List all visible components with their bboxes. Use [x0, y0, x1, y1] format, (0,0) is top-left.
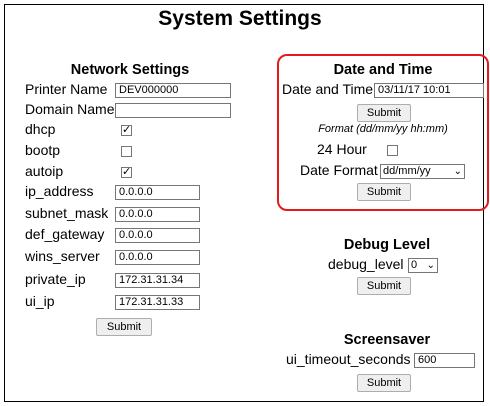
date-format-value: dd/mm/yy: [383, 165, 431, 177]
date-format-select[interactable]: dd/mm/yy ⌄: [380, 164, 465, 179]
date-time-input[interactable]: 03/11/17 10:01: [374, 83, 484, 98]
ui-timeout-input[interactable]: 600: [414, 353, 475, 368]
date-format-label: Date Format: [300, 162, 378, 178]
domain-name-label: Domain Name: [25, 101, 115, 117]
autoip-checkbox[interactable]: ✓: [121, 167, 132, 178]
check-icon: ✓: [122, 166, 132, 178]
private-ip-input[interactable]: 172.31.31.34: [115, 273, 200, 288]
printer-name-input[interactable]: DEV000000: [115, 83, 231, 98]
wins-server-input[interactable]: 0.0.0.0: [115, 250, 200, 265]
check-icon: ✓: [122, 124, 132, 136]
ip-address-input[interactable]: 0.0.0.0: [115, 185, 200, 200]
debug-level-label: debug_level: [328, 256, 404, 272]
screensaver-submit-button[interactable]: Submit: [357, 374, 411, 392]
ui-timeout-label: ui_timeout_seconds: [286, 351, 411, 367]
debug-level-value: 0: [411, 259, 418, 271]
subnet-mask-label: subnet_mask: [25, 205, 109, 221]
dhcp-checkbox[interactable]: ✓: [121, 125, 132, 136]
network-submit-button[interactable]: Submit: [96, 318, 152, 336]
date-format-hint: Format (dd/mm/yy hh:mm): [318, 123, 448, 135]
autoip-label: autoip: [25, 163, 64, 179]
ui-ip-label: ui_ip: [25, 293, 55, 309]
debug-submit-button[interactable]: Submit: [357, 277, 411, 295]
def-gateway-label: def_gateway: [25, 226, 105, 242]
debug-level-title: Debug Level: [343, 237, 431, 253]
dhcp-label: dhcp: [25, 121, 56, 137]
bootp-label: bootp: [25, 142, 61, 158]
date-time-title: Date and Time: [333, 62, 433, 78]
printer-name-label: Printer Name: [25, 81, 108, 97]
network-settings-title: Network Settings: [70, 62, 190, 78]
ui-ip-input[interactable]: 172.31.31.33: [115, 295, 200, 310]
date-format-submit-button[interactable]: Submit: [357, 183, 411, 201]
screensaver-title: Screensaver: [343, 332, 431, 348]
debug-level-select[interactable]: 0 ⌄: [408, 258, 438, 273]
24-hour-checkbox[interactable]: [387, 145, 398, 156]
wins-server-label: wins_server: [25, 248, 100, 264]
private-ip-label: private_ip: [25, 271, 86, 287]
date-time-label: Date and Time: [282, 81, 374, 97]
chevron-down-icon: ⌄: [426, 260, 435, 271]
bootp-checkbox[interactable]: [121, 146, 132, 157]
24-hour-label: 24 Hour: [317, 141, 367, 157]
page-title: System Settings: [158, 7, 322, 30]
def-gateway-input[interactable]: 0.0.0.0: [115, 228, 200, 243]
ip-address-label: ip_address: [25, 183, 94, 199]
date-time-submit-button[interactable]: Submit: [357, 104, 411, 122]
subnet-mask-input[interactable]: 0.0.0.0: [115, 207, 200, 222]
domain-name-input[interactable]: [115, 103, 231, 118]
chevron-down-icon: ⌄: [453, 166, 462, 177]
